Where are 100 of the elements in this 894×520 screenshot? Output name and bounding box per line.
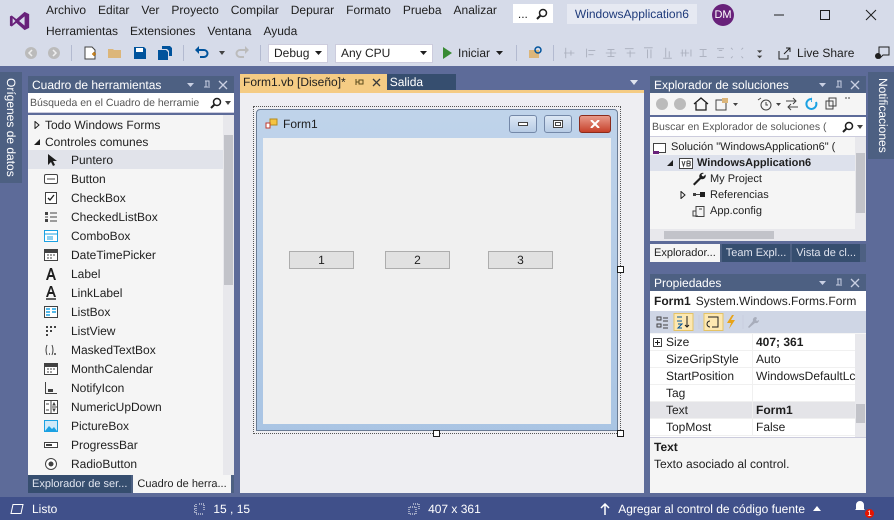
pin-icon[interactable] [354, 77, 364, 87]
toolbox-item[interactable]: ProgressBar [28, 435, 223, 454]
solution-search-field[interactable]: Buscar en Explorador de soluciones ( [650, 117, 866, 137]
resize-handle[interactable] [433, 430, 440, 437]
toolbox-item[interactable]: Label [28, 264, 223, 283]
app-logo-icon [9, 10, 31, 32]
toolbox-item[interactable]: ListBox [28, 302, 223, 321]
close-icon[interactable] [865, 8, 877, 20]
panel-tab[interactable]: Cuadro de herra... [133, 475, 231, 493]
menu-item[interactable]: Depurar [284, 1, 340, 20]
panel-tab[interactable]: Vista de cl... [792, 244, 860, 262]
side-tab[interactable]: Orígenes de datos [0, 72, 22, 183]
tab-list-dropdown-icon[interactable] [630, 80, 638, 84]
form-button[interactable]: 1 [289, 251, 354, 269]
solution-toolbar-icons[interactable] [654, 96, 850, 112]
menu-item[interactable]: Editar [92, 1, 136, 20]
form-button[interactable]: 3 [488, 251, 553, 269]
find-icon[interactable] [527, 45, 544, 61]
property-row[interactable]: Size 407; 361 [650, 334, 856, 351]
tree-item[interactable]: My Project [650, 171, 855, 187]
menu-item[interactable]: Ayuda [257, 22, 304, 41]
property-row[interactable]: StartPosition WindowsDefaultLc [650, 368, 856, 385]
menu-item[interactable]: Archivo [40, 1, 92, 20]
undo-icon[interactable] [194, 45, 210, 61]
toolbox-group[interactable]: Todo Windows Forms [28, 116, 223, 133]
dropdown-caret-icon[interactable] [857, 124, 863, 128]
expanded-arrow-icon[interactable] [666, 159, 674, 167]
notifications-button[interactable]: 1 [853, 499, 874, 518]
expand-icon[interactable] [652, 338, 662, 346]
start-button[interactable]: Iniciar [436, 43, 510, 63]
scrollbar[interactable] [223, 115, 234, 475]
toolbox-item[interactable]: PictureBox [28, 416, 223, 435]
toolbox-item[interactable]: NumericUpDown [28, 397, 223, 416]
menu-item[interactable]: Extensiones [124, 22, 202, 41]
dropdown-caret-icon[interactable] [219, 51, 225, 55]
tree-item[interactable]: App.config [650, 203, 855, 219]
panel-window-controls-icon[interactable] [186, 80, 228, 90]
menu-item[interactable]: Prueba [396, 1, 448, 20]
panel-tab[interactable]: Team Expl... [722, 244, 790, 262]
tree-item[interactable]: Solución "WindowsApplication6" ( [650, 139, 855, 155]
menu-item[interactable]: Formato [340, 1, 397, 20]
user-avatar[interactable]: DM [712, 4, 734, 26]
toolbox-item[interactable]: NotifyIcon [28, 378, 223, 397]
form-close-button[interactable] [579, 115, 611, 133]
toolbox-item[interactable]: LinkLabel [28, 283, 223, 302]
panel-window-controls-icon[interactable] [818, 80, 860, 90]
menu-item[interactable]: Proyecto [165, 1, 225, 20]
save-icon[interactable] [132, 45, 148, 61]
live-share-button[interactable]: Live Share [773, 46, 858, 60]
menu-item[interactable]: Compilar [224, 1, 285, 20]
listbox-icon [43, 304, 59, 320]
search-field[interactable]: ... [512, 4, 553, 23]
property-row[interactable]: SizeGripStyle Auto [650, 351, 856, 368]
side-tab[interactable]: Notificaciones [868, 72, 894, 159]
maximize-icon[interactable] [819, 8, 831, 20]
platform-dropdown[interactable]: Any CPU [335, 44, 433, 62]
form-minimize-button[interactable] [509, 115, 537, 133]
save-all-icon[interactable] [157, 45, 173, 61]
property-row[interactable]: TopMost False [650, 419, 856, 436]
close-icon[interactable] [372, 78, 381, 86]
document-tab[interactable]: Salida [386, 74, 456, 90]
panel-window-controls-icon[interactable] [818, 278, 860, 288]
toolbox-item[interactable]: ListView [28, 321, 223, 340]
toolbox-group[interactable]: Controles comunes [28, 133, 223, 150]
toolbox-item[interactable]: Button [28, 169, 223, 188]
tree-item[interactable]: Referencias [650, 187, 855, 203]
scrollbar[interactable] [855, 137, 866, 229]
form-button[interactable]: 2 [385, 251, 450, 269]
document-tab[interactable]: Form1.vb [Diseño]* [240, 74, 387, 90]
toolbox-item[interactable]: MonthCalendar [28, 359, 223, 378]
property-row[interactable]: Text Form1 [650, 402, 856, 419]
dropdown-caret-icon[interactable] [225, 100, 231, 104]
radio-button-icon [43, 456, 59, 472]
toolbox-item[interactable]: DateTimePicker [28, 245, 223, 264]
form-maximize-button[interactable] [544, 115, 572, 133]
resize-handle[interactable] [617, 430, 624, 437]
source-control-button[interactable]: Agregar al control de código fuente [600, 502, 821, 516]
menu-item[interactable]: Herramientas [40, 22, 124, 41]
scrollbar[interactable] [855, 334, 866, 437]
toolbox-item[interactable]: ComboBox [28, 226, 223, 245]
object-selector[interactable]: Form1 System.Windows.Forms.Form [650, 291, 866, 311]
feedback-icon[interactable] [874, 45, 890, 61]
toolbox-item[interactable]: RadioButton [28, 454, 223, 473]
menu-item[interactable]: Ver [135, 1, 166, 20]
panel-tab[interactable]: Explorador... [650, 244, 720, 262]
toolbox-item[interactable]: CheckBox [28, 188, 223, 207]
configuration-dropdown[interactable]: Debug [268, 44, 328, 62]
toolbox-item[interactable]: Puntero [28, 150, 223, 169]
menu-item[interactable]: Ventana [201, 22, 258, 41]
collapsed-arrow-icon[interactable] [679, 191, 687, 199]
close-icon [590, 120, 600, 128]
toolbox-search-field[interactable]: Búsqueda en el Cuadro de herramie [28, 93, 234, 113]
panel-tab[interactable]: Explorador de ser... [28, 475, 132, 493]
tree-item[interactable]: WindowsApplication6 [650, 155, 855, 171]
new-project-icon[interactable] [82, 45, 98, 61]
resize-handle[interactable] [617, 266, 624, 273]
scrollbar[interactable] [650, 229, 866, 241]
toolbox-item[interactable]: MaskedTextBox [28, 340, 223, 359]
toolbox-item[interactable]: CheckedListBox [28, 207, 223, 226]
menu-item[interactable]: Analizar [448, 1, 503, 20]
